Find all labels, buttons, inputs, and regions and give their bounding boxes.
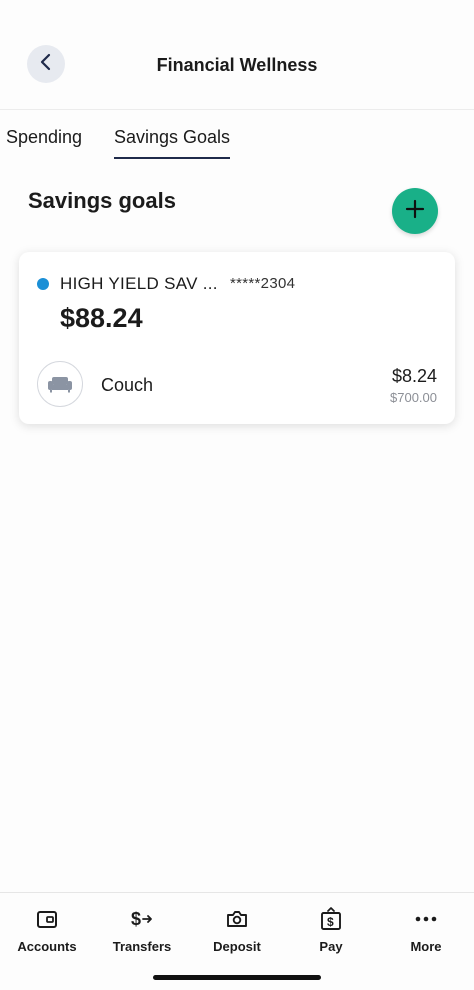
svg-text:$: $ bbox=[327, 915, 334, 929]
dollar-transfer-icon: $ bbox=[97, 907, 187, 931]
section-title: Savings goals bbox=[28, 188, 176, 213]
goal-saved-amount: $8.24 bbox=[391, 366, 437, 386]
tab-spending[interactable]: Spending bbox=[6, 127, 82, 159]
account-name: HIGH YIELD SAV ... bbox=[60, 274, 218, 293]
home-indicator[interactable] bbox=[153, 975, 321, 980]
nav-label: Pay bbox=[319, 939, 343, 954]
nav-accounts[interactable]: Accounts bbox=[2, 907, 92, 954]
svg-text:$: $ bbox=[131, 909, 141, 929]
goal-target-amount: $700.00 bbox=[390, 390, 437, 405]
nav-pay[interactable]: $ Pay bbox=[286, 907, 376, 954]
nav-label: Deposit bbox=[213, 939, 261, 954]
nav-label: Transfers bbox=[112, 939, 172, 954]
account-number: *****2304 bbox=[230, 275, 296, 292]
savings-account-card[interactable]: HIGH YIELD SAV ... *****2304 $88.24 Couc… bbox=[19, 252, 455, 424]
nav-transfers[interactable]: $ Transfers bbox=[97, 907, 187, 954]
tab-savings-goals[interactable]: Savings Goals bbox=[114, 127, 231, 159]
wallet-icon bbox=[2, 907, 92, 931]
nav-more[interactable]: More bbox=[381, 907, 471, 954]
couch-icon bbox=[37, 361, 83, 407]
tab-bar: Spending Savings Goals bbox=[0, 110, 474, 160]
page-title: Financial Wellness bbox=[156, 55, 318, 75]
plus-icon bbox=[405, 199, 425, 224]
account-balance: $88.24 bbox=[60, 303, 143, 333]
add-goal-button[interactable] bbox=[392, 188, 438, 234]
nav-label: Accounts bbox=[17, 939, 77, 954]
bill-pay-icon: $ bbox=[286, 907, 376, 931]
camera-icon bbox=[192, 907, 282, 931]
account-color-dot bbox=[37, 278, 49, 290]
more-dots-icon bbox=[381, 907, 471, 931]
nav-deposit[interactable]: Deposit bbox=[192, 907, 282, 954]
goal-name: Couch bbox=[101, 375, 154, 395]
app-header: Financial Wellness bbox=[0, 0, 474, 110]
nav-label: More bbox=[410, 939, 442, 954]
